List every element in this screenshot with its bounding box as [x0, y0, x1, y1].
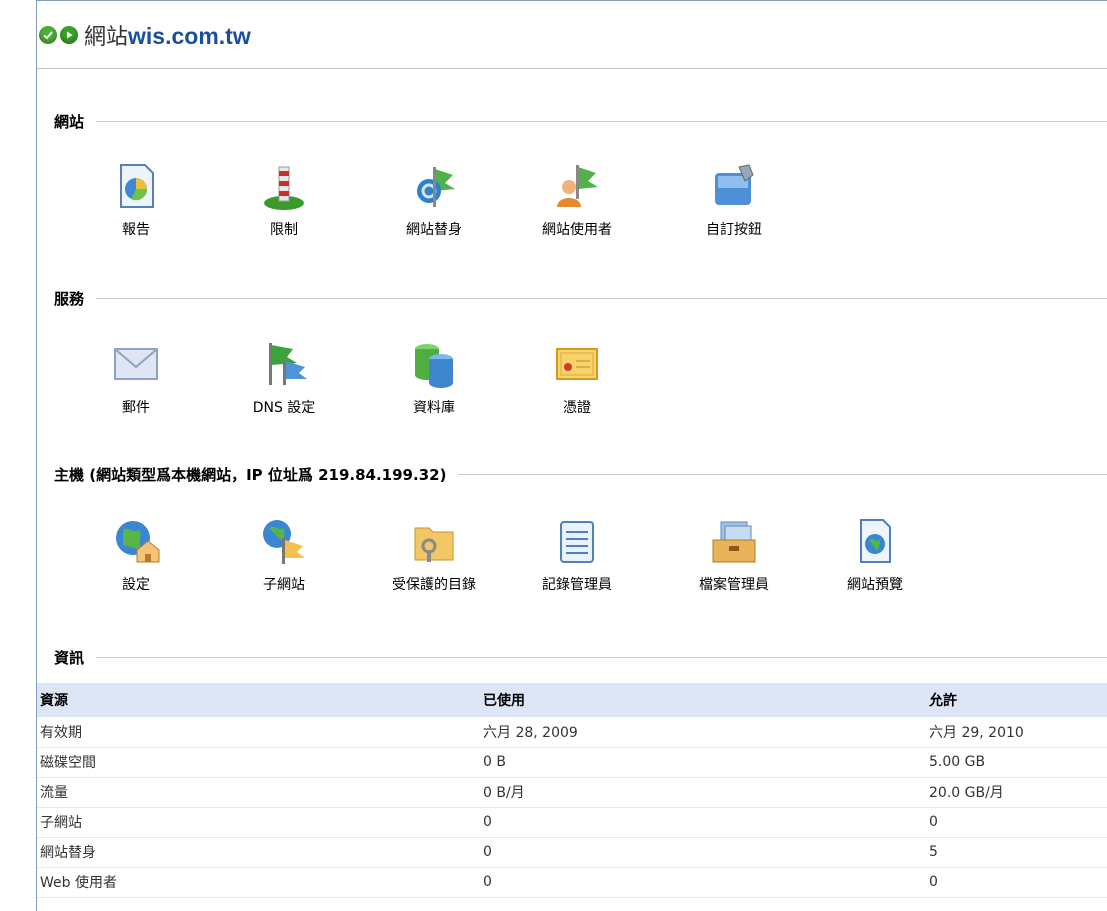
column-header-resource[interactable]: 資源 [37, 683, 483, 717]
section-host-label: 主機 (網站類型爲本機網站，IP 位址爲 219.84.199.32) [54, 466, 447, 484]
tile-site-alias[interactable]: 網站替身 [364, 161, 504, 239]
table-row: 有效期 六月 28, 2009 六月 29, 2010 [37, 717, 1107, 748]
table-header-row: 資源 已使用 允許 [37, 683, 1107, 717]
tile-limits[interactable]: 限制 [214, 161, 354, 239]
table-row: Web 使用者 0 0 [37, 867, 1107, 898]
tile-label: 憑證 [563, 400, 591, 416]
used-cell: 0 B [483, 747, 929, 778]
page-title-domain: wis.com.tw [128, 22, 251, 49]
used-cell: 0 B/月 [483, 777, 929, 808]
allowed-cell: 5 [929, 837, 1107, 868]
section-host-header: 主機 (網站類型爲本機網站，IP 位址爲 219.84.199.32) [54, 464, 1107, 485]
table-row: 流量 0 B/月 20.0 GB/月 [37, 777, 1107, 808]
section-services-header: 服務 [54, 288, 1107, 309]
tile-custom-buttons[interactable]: 自訂按鈕 [664, 161, 804, 239]
used-cell: 0 [483, 807, 929, 838]
settings-icon [116, 521, 160, 563]
allowed-cell: 5.00 GB [929, 747, 1107, 778]
site-preview-icon [860, 519, 891, 563]
tile-label: 受保護的目錄 [392, 577, 476, 593]
section-info-header: 資訊 [54, 647, 1107, 668]
column-header-allowed[interactable]: 允許 [929, 683, 1107, 717]
section-divider [96, 298, 1107, 299]
tile-label: 記錄管理員 [542, 577, 612, 593]
tile-label: 限制 [270, 222, 298, 238]
allowed-cell: 0 [929, 807, 1107, 838]
resource-cell: 流量 [37, 777, 483, 808]
mail-icon [114, 348, 158, 380]
tile-label: 設定 [122, 577, 150, 593]
tile-mail[interactable]: 郵件 [66, 339, 206, 417]
tile-report[interactable]: 報告 [66, 161, 206, 239]
log-manager-icon [560, 521, 594, 563]
site-alias-icon [417, 167, 455, 207]
tile-label: 自訂按鈕 [706, 222, 762, 238]
page-title-prefix: 網站 [84, 24, 129, 50]
section-info-label: 資訊 [54, 649, 85, 667]
table-row: 網站替身 0 5 [37, 837, 1107, 868]
dns-icon [269, 343, 307, 385]
used-cell: 0 [483, 867, 929, 898]
site-users-icon [557, 165, 598, 207]
table-row: 磁碟空間 0 B 5.00 GB [37, 747, 1107, 778]
database-icon [415, 344, 453, 388]
tile-site-preview[interactable]: 網站預覽 [805, 516, 945, 594]
tile-label: 網站替身 [406, 222, 462, 238]
tile-label: DNS 設定 [252, 400, 316, 416]
tile-label: 資料庫 [413, 400, 455, 416]
limits-icon [264, 166, 304, 210]
resource-cell: 網站替身 [37, 837, 483, 868]
section-divider [96, 657, 1107, 658]
report-icon [120, 164, 154, 208]
host-tools-row: 設定 子網站 受保護的目錄 記錄管理員 檔案管理員 網站預覽 [37, 516, 1107, 606]
status-running-icon [60, 25, 78, 44]
column-header-used[interactable]: 已使用 [483, 683, 929, 717]
tile-label: 子網站 [263, 577, 305, 593]
section-divider [458, 474, 1107, 475]
tile-label: 郵件 [122, 400, 150, 416]
file-manager-icon [712, 521, 756, 563]
tile-file-manager[interactable]: 檔案管理員 [664, 516, 804, 594]
status-ok-icon [39, 25, 57, 44]
tile-database[interactable]: 資料庫 [364, 339, 504, 417]
tile-log-manager[interactable]: 記錄管理員 [507, 516, 647, 594]
used-cell: 六月 28, 2009 [483, 717, 929, 748]
section-site-label: 網站 [54, 113, 85, 131]
resource-usage-table: 資源 已使用 允許 有效期 六月 28, 2009 六月 29, 2010 磁碟… [37, 683, 1107, 898]
tile-label: 網站預覽 [847, 577, 903, 593]
tile-dns[interactable]: DNS 設定 [214, 339, 354, 417]
tile-protected-dir[interactable]: 受保護的目錄 [364, 516, 504, 594]
protected-dir-icon [414, 527, 454, 562]
section-services-label: 服務 [54, 290, 85, 308]
services-row: 郵件 DNS 設定 資料庫 憑證 [37, 339, 1107, 429]
allowed-cell: 20.0 GB/月 [929, 777, 1107, 808]
resource-cell: 子網站 [37, 807, 483, 838]
custom-buttons-icon [715, 164, 754, 205]
allowed-cell: 六月 29, 2010 [929, 717, 1107, 748]
tile-subdomains[interactable]: 子網站 [214, 516, 354, 594]
tile-certificate[interactable]: 憑證 [507, 339, 647, 417]
subdomains-icon [263, 520, 305, 564]
resource-cell: 有效期 [37, 717, 483, 748]
allowed-cell: 0 [929, 867, 1107, 898]
table-row: 子網站 0 0 [37, 807, 1107, 838]
tile-label: 網站使用者 [542, 222, 612, 238]
section-site-header: 網站 [54, 111, 1107, 132]
certificate-icon [556, 348, 598, 380]
page-title: 網站 wis.com.tw [84, 19, 251, 51]
section-divider [96, 121, 1107, 122]
used-cell: 0 [483, 837, 929, 868]
resource-cell: 磁碟空間 [37, 747, 483, 778]
tile-settings[interactable]: 設定 [66, 516, 206, 594]
tile-label: 報告 [122, 222, 150, 238]
tile-label: 檔案管理員 [699, 577, 769, 593]
resource-cell: Web 使用者 [37, 867, 483, 898]
page-header: 網站 wis.com.tw [37, 1, 1107, 69]
tile-site-users[interactable]: 網站使用者 [507, 161, 647, 239]
site-tools-row: 報告 限制 網站替身 網站使用者 自訂按鈕 [37, 161, 1107, 251]
site-panel: 網站 wis.com.tw 網站 報告 限制 網站替身 網站使用者 自訂按鈕 服… [36, 0, 1107, 911]
